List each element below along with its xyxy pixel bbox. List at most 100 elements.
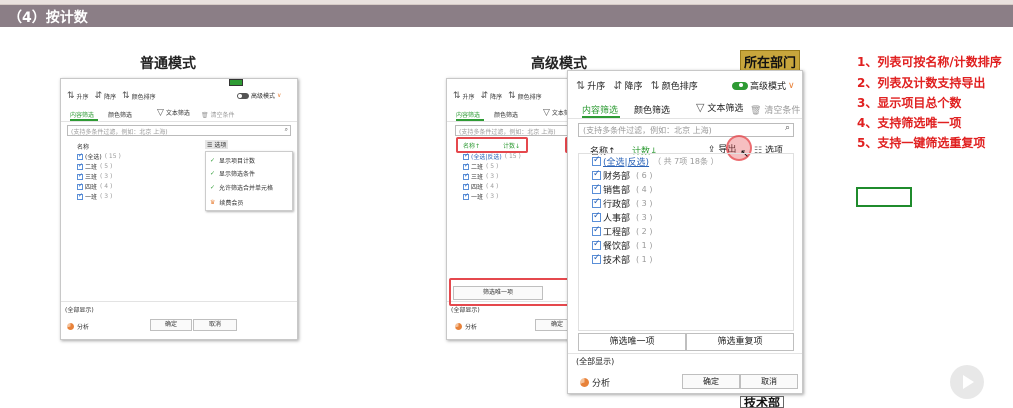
normal-options-button[interactable]: ☰ 选项 bbox=[205, 140, 229, 149]
item-label: 二班 bbox=[471, 164, 484, 171]
item-label: 三班 bbox=[85, 174, 98, 181]
color-sort-icon: ⇅ bbox=[122, 91, 130, 101]
normal-mode-switch[interactable]: 高级模式 ∨ bbox=[237, 91, 281, 100]
list-item[interactable]: 三班 ( 3 ) bbox=[77, 172, 112, 181]
adv-status-text: (全部显示) bbox=[576, 357, 615, 366]
adv-duplicate-button[interactable]: 筛选重复项 bbox=[686, 333, 794, 351]
feature-note: 4、支持筛选唯一项 bbox=[857, 116, 962, 130]
normal-ok-button[interactable]: 确定 bbox=[150, 319, 192, 331]
back-asc-button[interactable]: 升序 bbox=[463, 92, 475, 101]
menu-item-membership[interactable]: ♛ 续费会员 bbox=[210, 198, 243, 207]
adv-cancel-button[interactable]: 取消 bbox=[740, 374, 798, 389]
adv-tab-color[interactable]: 颜色筛选 bbox=[634, 103, 670, 116]
normal-clear-conditions[interactable]: 🗑 清空条件 bbox=[201, 110, 235, 119]
item-count: ( 3 ) bbox=[100, 193, 113, 200]
list-item[interactable]: 三班 ( 3 ) bbox=[463, 172, 498, 181]
normal-tab-content[interactable]: 内容筛选 bbox=[70, 110, 94, 119]
list-item[interactable]: (全选|反选) ( 15 ) bbox=[463, 152, 521, 161]
checkbox[interactable] bbox=[463, 162, 469, 170]
search-icon[interactable]: ⌕ bbox=[285, 126, 288, 134]
normal-desc-button[interactable]: 降序 bbox=[104, 92, 116, 101]
advanced-mode-toggle[interactable] bbox=[732, 81, 748, 90]
feature-note: 1、列表可按名称/计数排序 bbox=[857, 55, 1002, 69]
adv-analysis-button[interactable]: 分析 bbox=[580, 376, 610, 389]
normal-analysis-button[interactable]: 分析 bbox=[67, 322, 89, 331]
list-item[interactable]: (全选) ( 15 ) bbox=[77, 152, 121, 161]
back-color-sort-button[interactable]: 颜色排序 bbox=[518, 92, 542, 101]
back-desc-button[interactable]: 降序 bbox=[490, 92, 502, 101]
adv-search-input[interactable]: (支持多条件过滤，例如：北京 上海) ⌕ bbox=[578, 123, 794, 137]
checkbox[interactable] bbox=[77, 152, 83, 160]
adv-clear-label: 清空条件 bbox=[764, 106, 801, 116]
color-sort-icon: ⇅ bbox=[650, 79, 660, 92]
adv-color-sort-button[interactable]: 颜色排序 bbox=[662, 79, 698, 92]
adv-asc-button[interactable]: 升序 bbox=[587, 79, 605, 92]
list-item[interactable]: 二班 ( 5 ) bbox=[77, 162, 112, 171]
selected-cell-outline[interactable] bbox=[856, 187, 912, 207]
checkbox[interactable] bbox=[77, 172, 83, 180]
normal-list-header[interactable]: 名称 bbox=[77, 142, 89, 151]
advanced-mode-switch[interactable]: 高级模式 ∨ bbox=[732, 79, 795, 92]
checkbox[interactable] bbox=[463, 182, 469, 190]
normal-search-input[interactable]: (支持多条件过滤，例如：北京 上海) ⌕ bbox=[67, 125, 291, 136]
item-count: ( 3 ) bbox=[486, 173, 499, 180]
menu-item-label: 允许筛选合并单元格 bbox=[219, 185, 274, 192]
normal-cancel-button[interactable]: 取消 bbox=[193, 319, 237, 331]
check-icon: ✓ bbox=[210, 184, 216, 191]
item-count: ( 3 ) bbox=[100, 173, 113, 180]
adv-text-filter[interactable]: ▽ 文本筛选 bbox=[696, 101, 743, 114]
back-tab-content[interactable]: 内容筛选 bbox=[456, 110, 480, 119]
list-item[interactable]: 一班 ( 3 ) bbox=[463, 192, 498, 201]
filter-icon: ▽ bbox=[543, 108, 550, 118]
sort-desc-icon: ⇵ bbox=[94, 91, 103, 101]
item-label: (全选) bbox=[85, 154, 102, 161]
sort-headers-highlight bbox=[456, 137, 528, 153]
divider bbox=[568, 353, 802, 354]
menu-item-show-count[interactable]: ✓ 显示项目计数 bbox=[210, 156, 255, 165]
checkbox[interactable] bbox=[77, 162, 83, 170]
list-item[interactable]: 四班 ( 4 ) bbox=[77, 182, 112, 191]
play-icon[interactable] bbox=[950, 365, 984, 399]
checkbox[interactable] bbox=[463, 152, 469, 160]
pie-chart-icon bbox=[67, 323, 74, 330]
divider bbox=[61, 121, 297, 122]
checkbox[interactable] bbox=[463, 192, 469, 200]
advanced-mode-toggle[interactable] bbox=[237, 92, 249, 99]
menu-item-show-conditions[interactable]: ✓ 显示筛选条件 bbox=[210, 169, 255, 178]
back-search-placeholder: (支持多条件过滤，例如：北京 上海) bbox=[459, 129, 556, 136]
adv-clear-conditions[interactable]: 🗑 清空条件 bbox=[750, 103, 800, 116]
normal-tab-color[interactable]: 颜色筛选 bbox=[108, 110, 132, 119]
adv-desc-button[interactable]: 降序 bbox=[624, 79, 642, 92]
checkbox[interactable] bbox=[77, 182, 83, 190]
adv-ok-button[interactable]: 确定 bbox=[682, 374, 740, 389]
divider bbox=[568, 118, 802, 119]
item-count: ( 4 ) bbox=[486, 183, 499, 190]
back-analysis-button[interactable]: 分析 bbox=[455, 322, 477, 331]
normal-color-sort-button[interactable]: 颜色排序 bbox=[132, 92, 156, 101]
item-label: 四班 bbox=[85, 184, 98, 191]
menu-item-merge-cells[interactable]: ✓ 允许筛选合并单元格 bbox=[210, 183, 273, 192]
checkbox[interactable] bbox=[77, 192, 83, 200]
filter-icon: ▽ bbox=[696, 101, 705, 114]
search-icon[interactable]: ⌕ bbox=[785, 123, 790, 133]
normal-text-filter[interactable]: ▽ 文本筛选 bbox=[157, 108, 190, 118]
normal-asc-button[interactable]: 升序 bbox=[77, 92, 89, 101]
adv-analysis-label: 分析 bbox=[592, 379, 611, 389]
sheet-cell-tech-dept[interactable]: 技术部 bbox=[740, 396, 785, 408]
pin-icon[interactable] bbox=[229, 79, 243, 86]
divider bbox=[61, 301, 297, 302]
back-tab-color[interactable]: 颜色筛选 bbox=[494, 110, 518, 119]
adv-list-box[interactable] bbox=[578, 153, 794, 331]
menu-item-label: 续费会员 bbox=[219, 200, 244, 207]
list-item[interactable]: 二班 ( 5 ) bbox=[463, 162, 498, 171]
pie-chart-icon bbox=[580, 378, 589, 387]
sort-desc-icon: ⇵ bbox=[480, 91, 489, 101]
checkbox[interactable] bbox=[463, 172, 469, 180]
list-item[interactable]: 四班 ( 4 ) bbox=[463, 182, 498, 191]
adv-unique-button[interactable]: 筛选唯一项 bbox=[578, 333, 686, 351]
list-item[interactable]: 一班 ( 3 ) bbox=[77, 192, 112, 201]
item-label: 二班 bbox=[85, 164, 98, 171]
back-search-input[interactable]: (支持多条件过滤，例如：北京 上海) bbox=[455, 125, 585, 136]
adv-tab-content[interactable]: 内容筛选 bbox=[582, 103, 618, 116]
normal-search-placeholder: (支持多条件过滤，例如：北京 上海) bbox=[71, 129, 168, 136]
